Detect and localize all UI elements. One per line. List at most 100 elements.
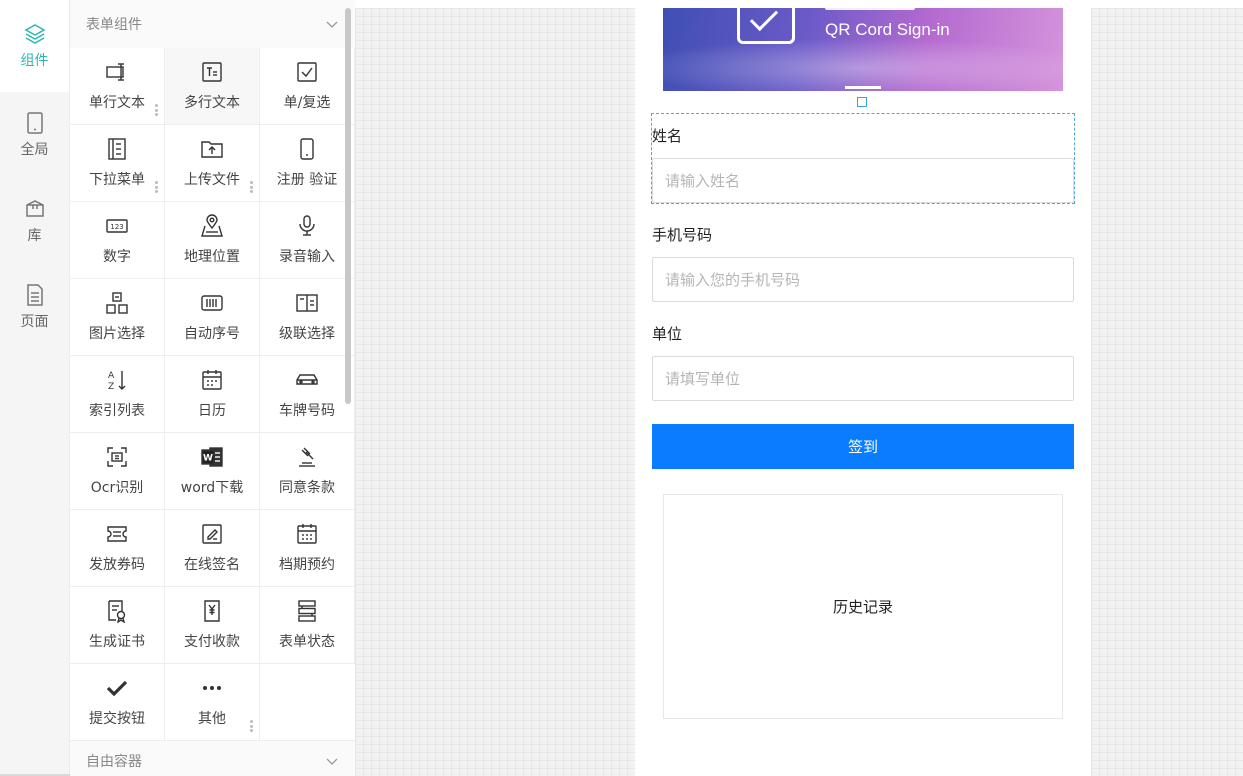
svg-text:W: W <box>203 454 213 464</box>
banner-image[interactable]: QR Cord Sign-in <box>663 8 1063 91</box>
component-signature[interactable]: 在线签名 <box>165 510 260 587</box>
component-word-download[interactable]: W word下载 <box>165 433 260 510</box>
banner-title <box>825 8 915 10</box>
component-label: 自动序号 <box>184 326 240 342</box>
schedule-icon <box>297 524 317 544</box>
name-input[interactable] <box>652 158 1074 203</box>
word-icon: W <box>201 447 223 467</box>
component-label: 数字 <box>103 249 131 265</box>
component-voice-input[interactable]: 录音输入 <box>260 202 355 279</box>
name-label: 姓名 <box>652 127 683 145</box>
map-pin-icon <box>201 214 223 237</box>
section-header-free-container[interactable]: 自由容器 <box>70 740 355 776</box>
component-auto-number[interactable]: 自动序号 <box>165 279 260 356</box>
resize-handle[interactable] <box>857 97 867 107</box>
dropdown-list-icon <box>108 138 126 160</box>
certificate-icon <box>108 600 126 623</box>
component-certificate[interactable]: 生成证书 <box>70 587 165 664</box>
drag-handle-icon[interactable] <box>250 720 253 732</box>
calendar-icon <box>202 370 222 390</box>
component-label: 注册 验证 <box>276 172 338 188</box>
component-label: 支付收款 <box>184 634 240 650</box>
component-upload[interactable]: 上传文件 <box>165 125 260 202</box>
component-multi-line-text[interactable]: 多行文本 <box>165 48 260 125</box>
component-label: 档期预约 <box>279 557 335 573</box>
component-label: 车牌号码 <box>279 403 335 419</box>
component-label: 单行文本 <box>89 95 145 111</box>
component-submit-button[interactable]: 提交按钮 <box>70 664 165 741</box>
box-icon <box>25 200 44 217</box>
component-label: 发放券码 <box>89 557 145 573</box>
rail-item-components[interactable]: 组件 <box>0 0 69 92</box>
status-icon <box>298 600 316 622</box>
component-calendar[interactable]: 日历 <box>165 356 260 433</box>
rail-item-library[interactable]: 库 <box>0 178 69 264</box>
component-label: 上传文件 <box>184 172 240 188</box>
component-label: 地理位置 <box>184 249 240 265</box>
rail-label: 组件 <box>20 53 49 69</box>
drag-handle-icon[interactable] <box>155 181 158 193</box>
component-cascade[interactable]: 级联选择 <box>260 279 355 356</box>
microphone-icon <box>299 215 315 236</box>
svg-text:123: 123 <box>110 223 123 231</box>
component-label: 图片选择 <box>89 326 145 342</box>
component-dropdown[interactable]: 下拉菜单 <box>70 125 165 202</box>
banner-subtitle: QR Cord Sign-in <box>825 20 950 39</box>
component-agree-terms[interactable]: 同意条款 <box>260 433 355 510</box>
name-field[interactable]: 姓名 <box>651 113 1075 204</box>
rail-item-global[interactable]: 全局 <box>0 92 69 178</box>
ticket-icon <box>107 526 127 542</box>
sign-in-button[interactable]: 签到 <box>652 424 1074 469</box>
component-location[interactable]: 地理位置 <box>165 202 260 279</box>
rail-item-pages[interactable]: 页面 <box>0 264 69 350</box>
phone-label: 手机号码 <box>652 226 713 244</box>
rail-label: 库 <box>27 228 42 244</box>
component-label: 生成证书 <box>89 634 145 650</box>
component-label: 索引列表 <box>89 403 145 419</box>
component-label: 其他 <box>198 711 226 727</box>
phone-verify-icon <box>300 138 314 160</box>
component-license-plate[interactable]: 车牌号码 <box>260 356 355 433</box>
drag-handle-icon[interactable] <box>155 104 158 116</box>
component-payment[interactable]: 支付收款 <box>165 587 260 664</box>
component-label: 表单状态 <box>279 634 335 650</box>
section-header-form-components[interactable]: 表单组件 <box>70 0 355 48</box>
component-label: 多行文本 <box>184 95 240 111</box>
rail-label: 页面 <box>20 314 49 330</box>
checkbox-icon <box>297 62 317 82</box>
company-input[interactable] <box>652 356 1074 401</box>
more-icon <box>203 686 221 690</box>
section-title: 表单组件 <box>86 17 142 33</box>
component-number[interactable]: 123 数字 <box>70 202 165 279</box>
design-canvas: QR Cord Sign-in 姓名 手机号码 单位 签到 历史记录 <box>355 0 1243 776</box>
carousel-indicator[interactable] <box>845 86 881 89</box>
svg-text:A: A <box>108 371 115 381</box>
component-index-list[interactable]: AZ 索引列表 <box>70 356 165 433</box>
component-form-status[interactable]: 表单状态 <box>260 587 355 664</box>
payment-icon <box>204 600 220 622</box>
component-coupon[interactable]: 发放券码 <box>70 510 165 587</box>
left-rail: 组件 全局 库 页面 <box>0 0 70 776</box>
svg-text:Z: Z <box>108 382 114 392</box>
component-choice[interactable]: 单/复选 <box>260 48 355 125</box>
section-title: 自由容器 <box>86 753 142 770</box>
component-image-select[interactable]: 图片选择 <box>70 279 165 356</box>
component-other[interactable]: 其他 <box>165 664 260 741</box>
phone-input[interactable] <box>652 257 1074 302</box>
banner-glow <box>663 38 1063 91</box>
component-ocr[interactable]: Ocr识别 <box>70 433 165 510</box>
car-icon <box>296 374 318 385</box>
drag-handle-icon[interactable] <box>250 181 253 193</box>
panel-scrollbar[interactable] <box>345 8 351 404</box>
phone-preview: QR Cord Sign-in 姓名 手机号码 单位 签到 历史记录 <box>635 8 1091 776</box>
component-label: 提交按钮 <box>89 711 145 727</box>
number-icon: 123 <box>106 219 128 233</box>
component-register-verify[interactable]: 注册 验证 <box>260 125 355 202</box>
history-records[interactable]: 历史记录 <box>663 494 1063 719</box>
component-single-line-text[interactable]: 单行文本 <box>70 48 165 125</box>
sort-az-icon: AZ <box>108 371 126 392</box>
component-schedule[interactable]: 档期预约 <box>260 510 355 587</box>
upload-folder-icon <box>201 141 223 158</box>
component-label: 录音输入 <box>279 249 335 265</box>
component-label: 级联选择 <box>279 326 335 342</box>
